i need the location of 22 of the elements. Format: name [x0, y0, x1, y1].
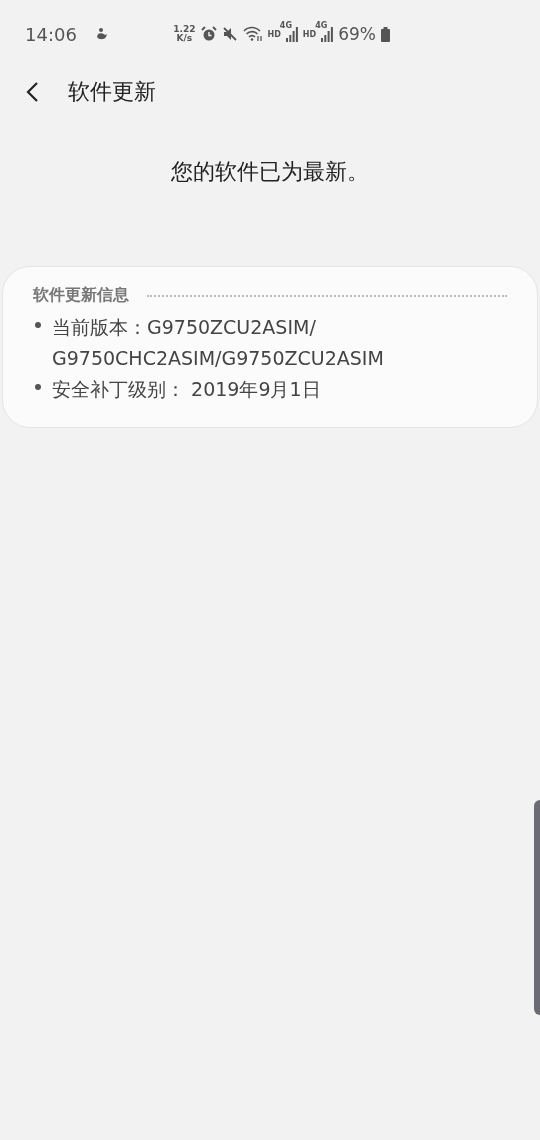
network-label: 4G: [279, 21, 292, 30]
network-label: 4G: [315, 21, 328, 30]
edge-panel-handle[interactable]: [534, 800, 540, 1015]
mute-icon: [221, 26, 238, 42]
bullet-icon: [35, 322, 41, 328]
info-text: 当前版本：G9750ZCU2ASIM/ G9750CHC2ASIM/G9750ZCU2ASIM: [52, 315, 385, 371]
signal-icon: [285, 26, 298, 42]
page-title: 软件更新: [68, 78, 156, 106]
status-time: 14:06: [25, 23, 77, 45]
wifi-icon: [242, 26, 263, 42]
hd-label: HD: [302, 29, 317, 39]
network-speed: 1.22 K/s: [173, 25, 196, 43]
alarm-icon: [200, 26, 217, 42]
card-title: 软件更新信息: [33, 285, 129, 306]
signal-icon: [321, 26, 334, 42]
battery-icon: [381, 26, 390, 42]
battery-percent: 69%: [338, 24, 376, 44]
back-icon: [26, 81, 40, 103]
info-text: 安全补丁级别： 2019年9月1日: [52, 377, 322, 402]
hd-label: HD: [267, 29, 281, 39]
status-message: 您的软件已为最新。: [170, 158, 370, 186]
bullet-icon: [35, 384, 41, 390]
